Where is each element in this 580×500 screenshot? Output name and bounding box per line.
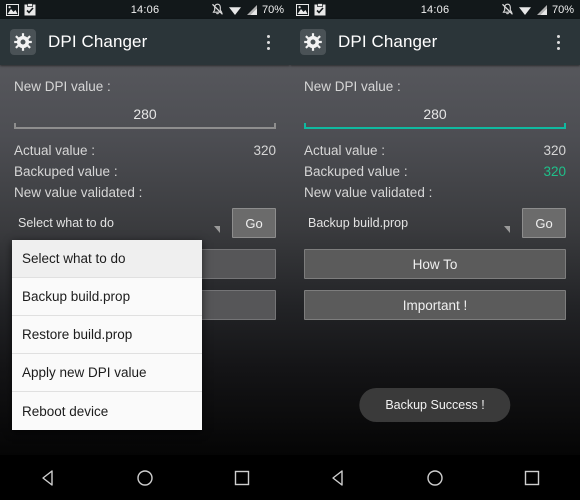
app-bar-right: DPI Changer — [290, 19, 580, 65]
actual-value-row: Actual value : 320 — [14, 143, 276, 158]
validated-value-label: New value validated : — [304, 185, 433, 200]
overflow-menu-icon[interactable] — [546, 27, 570, 57]
wifi-icon — [228, 6, 241, 15]
action-spinner-value: Backup build.prop — [308, 216, 409, 230]
nav-bar-right — [290, 455, 580, 500]
actual-value-value: 320 — [543, 143, 566, 158]
gear-icon — [10, 29, 36, 55]
nav-bar-left — [0, 455, 290, 500]
overflow-dot — [556, 34, 560, 38]
chevron-down-icon — [504, 226, 510, 233]
status-rows-right: Actual value : 320 Backuped value : 320 … — [304, 143, 566, 200]
dropdown-item-select[interactable]: Select what to do — [12, 240, 202, 278]
battery-percentage: 70% — [261, 3, 284, 16]
overflow-dot — [266, 34, 270, 38]
action-spinner-row-left: Select what to do Go — [14, 208, 276, 238]
page-title: DPI Changer — [338, 32, 438, 51]
backuped-value-label: Backuped value : — [304, 164, 408, 179]
wifi-icon — [518, 6, 531, 15]
back-icon[interactable] — [24, 455, 72, 500]
toast-message: Backup Success ! — [359, 388, 511, 422]
signal-icon — [246, 4, 257, 15]
actual-value-label: Actual value : — [304, 143, 386, 158]
recents-icon[interactable] — [218, 455, 266, 500]
new-dpi-input[interactable]: 280 — [304, 106, 566, 129]
action-spinner-row-right: Backup build.prop Go — [304, 208, 566, 238]
new-dpi-input-underline — [304, 123, 566, 129]
status-bar-left: 14:06 70% — [0, 0, 290, 19]
dropdown-item-apply[interactable]: Apply new DPI value — [12, 354, 202, 392]
validated-value-row: New value validated : — [304, 185, 566, 200]
signal-icon — [536, 4, 547, 15]
overflow-menu-icon[interactable] — [256, 27, 280, 57]
status-bar-right-icons: 70% — [501, 3, 574, 16]
phone-screen-right: 14:06 70% DPI Changer New DPI value: 28… — [290, 0, 580, 500]
backuped-value-row: Backuped value : — [14, 164, 276, 179]
new-dpi-label: New DPI value : — [304, 79, 401, 94]
overflow-dot — [266, 40, 270, 44]
go-button[interactable]: Go — [522, 208, 566, 238]
notifications-off-icon — [212, 3, 223, 15]
actual-value-row: Actual value : 320 — [304, 143, 566, 158]
status-bar-right-icons: 70% — [211, 3, 284, 16]
backuped-value-value: 320 — [543, 164, 566, 179]
actual-value-label: Actual value : — [14, 143, 96, 158]
dual-screenshot-stage: 14:06 70% DPI Changer New DPI value: 28… — [0, 0, 580, 500]
home-icon[interactable] — [411, 455, 459, 500]
go-button[interactable]: Go — [232, 208, 276, 238]
notifications-off-icon — [502, 3, 513, 15]
overflow-dot — [556, 46, 560, 50]
action-spinner-value: Select what to do — [18, 216, 114, 230]
new-dpi-input-underline — [14, 123, 276, 129]
home-icon[interactable] — [121, 455, 169, 500]
action-spinner[interactable]: Select what to do — [14, 210, 222, 236]
validated-value-row: New value validated : — [14, 185, 276, 200]
backuped-value-label: Backuped value : — [14, 164, 118, 179]
dropdown-item-backup[interactable]: Backup build.prop — [12, 278, 202, 316]
new-dpi-input-value: 280 — [133, 106, 157, 122]
page-title: DPI Changer — [48, 32, 148, 51]
action-spinner-dropdown[interactable]: Select what to do Backup build.prop Rest… — [12, 240, 202, 430]
validated-value-label: New value validated : — [14, 185, 143, 200]
dropdown-item-reboot[interactable]: Reboot device — [12, 392, 202, 430]
battery-percentage: 70% — [551, 3, 574, 16]
status-bar-right: 14:06 70% — [290, 0, 580, 19]
backuped-value-row: Backuped value : 320 — [304, 164, 566, 179]
actual-value-value: 320 — [253, 143, 276, 158]
new-dpi-input[interactable]: 280 — [14, 106, 276, 129]
back-icon[interactable] — [314, 455, 362, 500]
dropdown-item-restore[interactable]: Restore build.prop — [12, 316, 202, 354]
overflow-dot — [266, 46, 270, 50]
action-spinner[interactable]: Backup build.prop — [304, 210, 512, 236]
how-to-button[interactable]: How To — [304, 249, 566, 279]
gear-icon — [300, 29, 326, 55]
phone-screen-left: 14:06 70% DPI Changer New DPI value: 28… — [0, 0, 290, 500]
main-content-right: New DPI value : 280 Actual value : 320 B… — [290, 65, 580, 455]
recents-icon[interactable] — [508, 455, 556, 500]
new-dpi-input-value: 280 — [423, 106, 447, 122]
new-dpi-label: New DPI value : — [14, 79, 111, 94]
important-button[interactable]: Important ! — [304, 290, 566, 320]
overflow-dot — [556, 40, 560, 44]
status-rows-left: Actual value : 320 Backuped value : New … — [14, 143, 276, 200]
chevron-down-icon — [214, 226, 220, 233]
app-bar-left: DPI Changer — [0, 19, 290, 65]
main-content-left: New DPI value : 280 Actual value : 320 B… — [0, 65, 290, 455]
